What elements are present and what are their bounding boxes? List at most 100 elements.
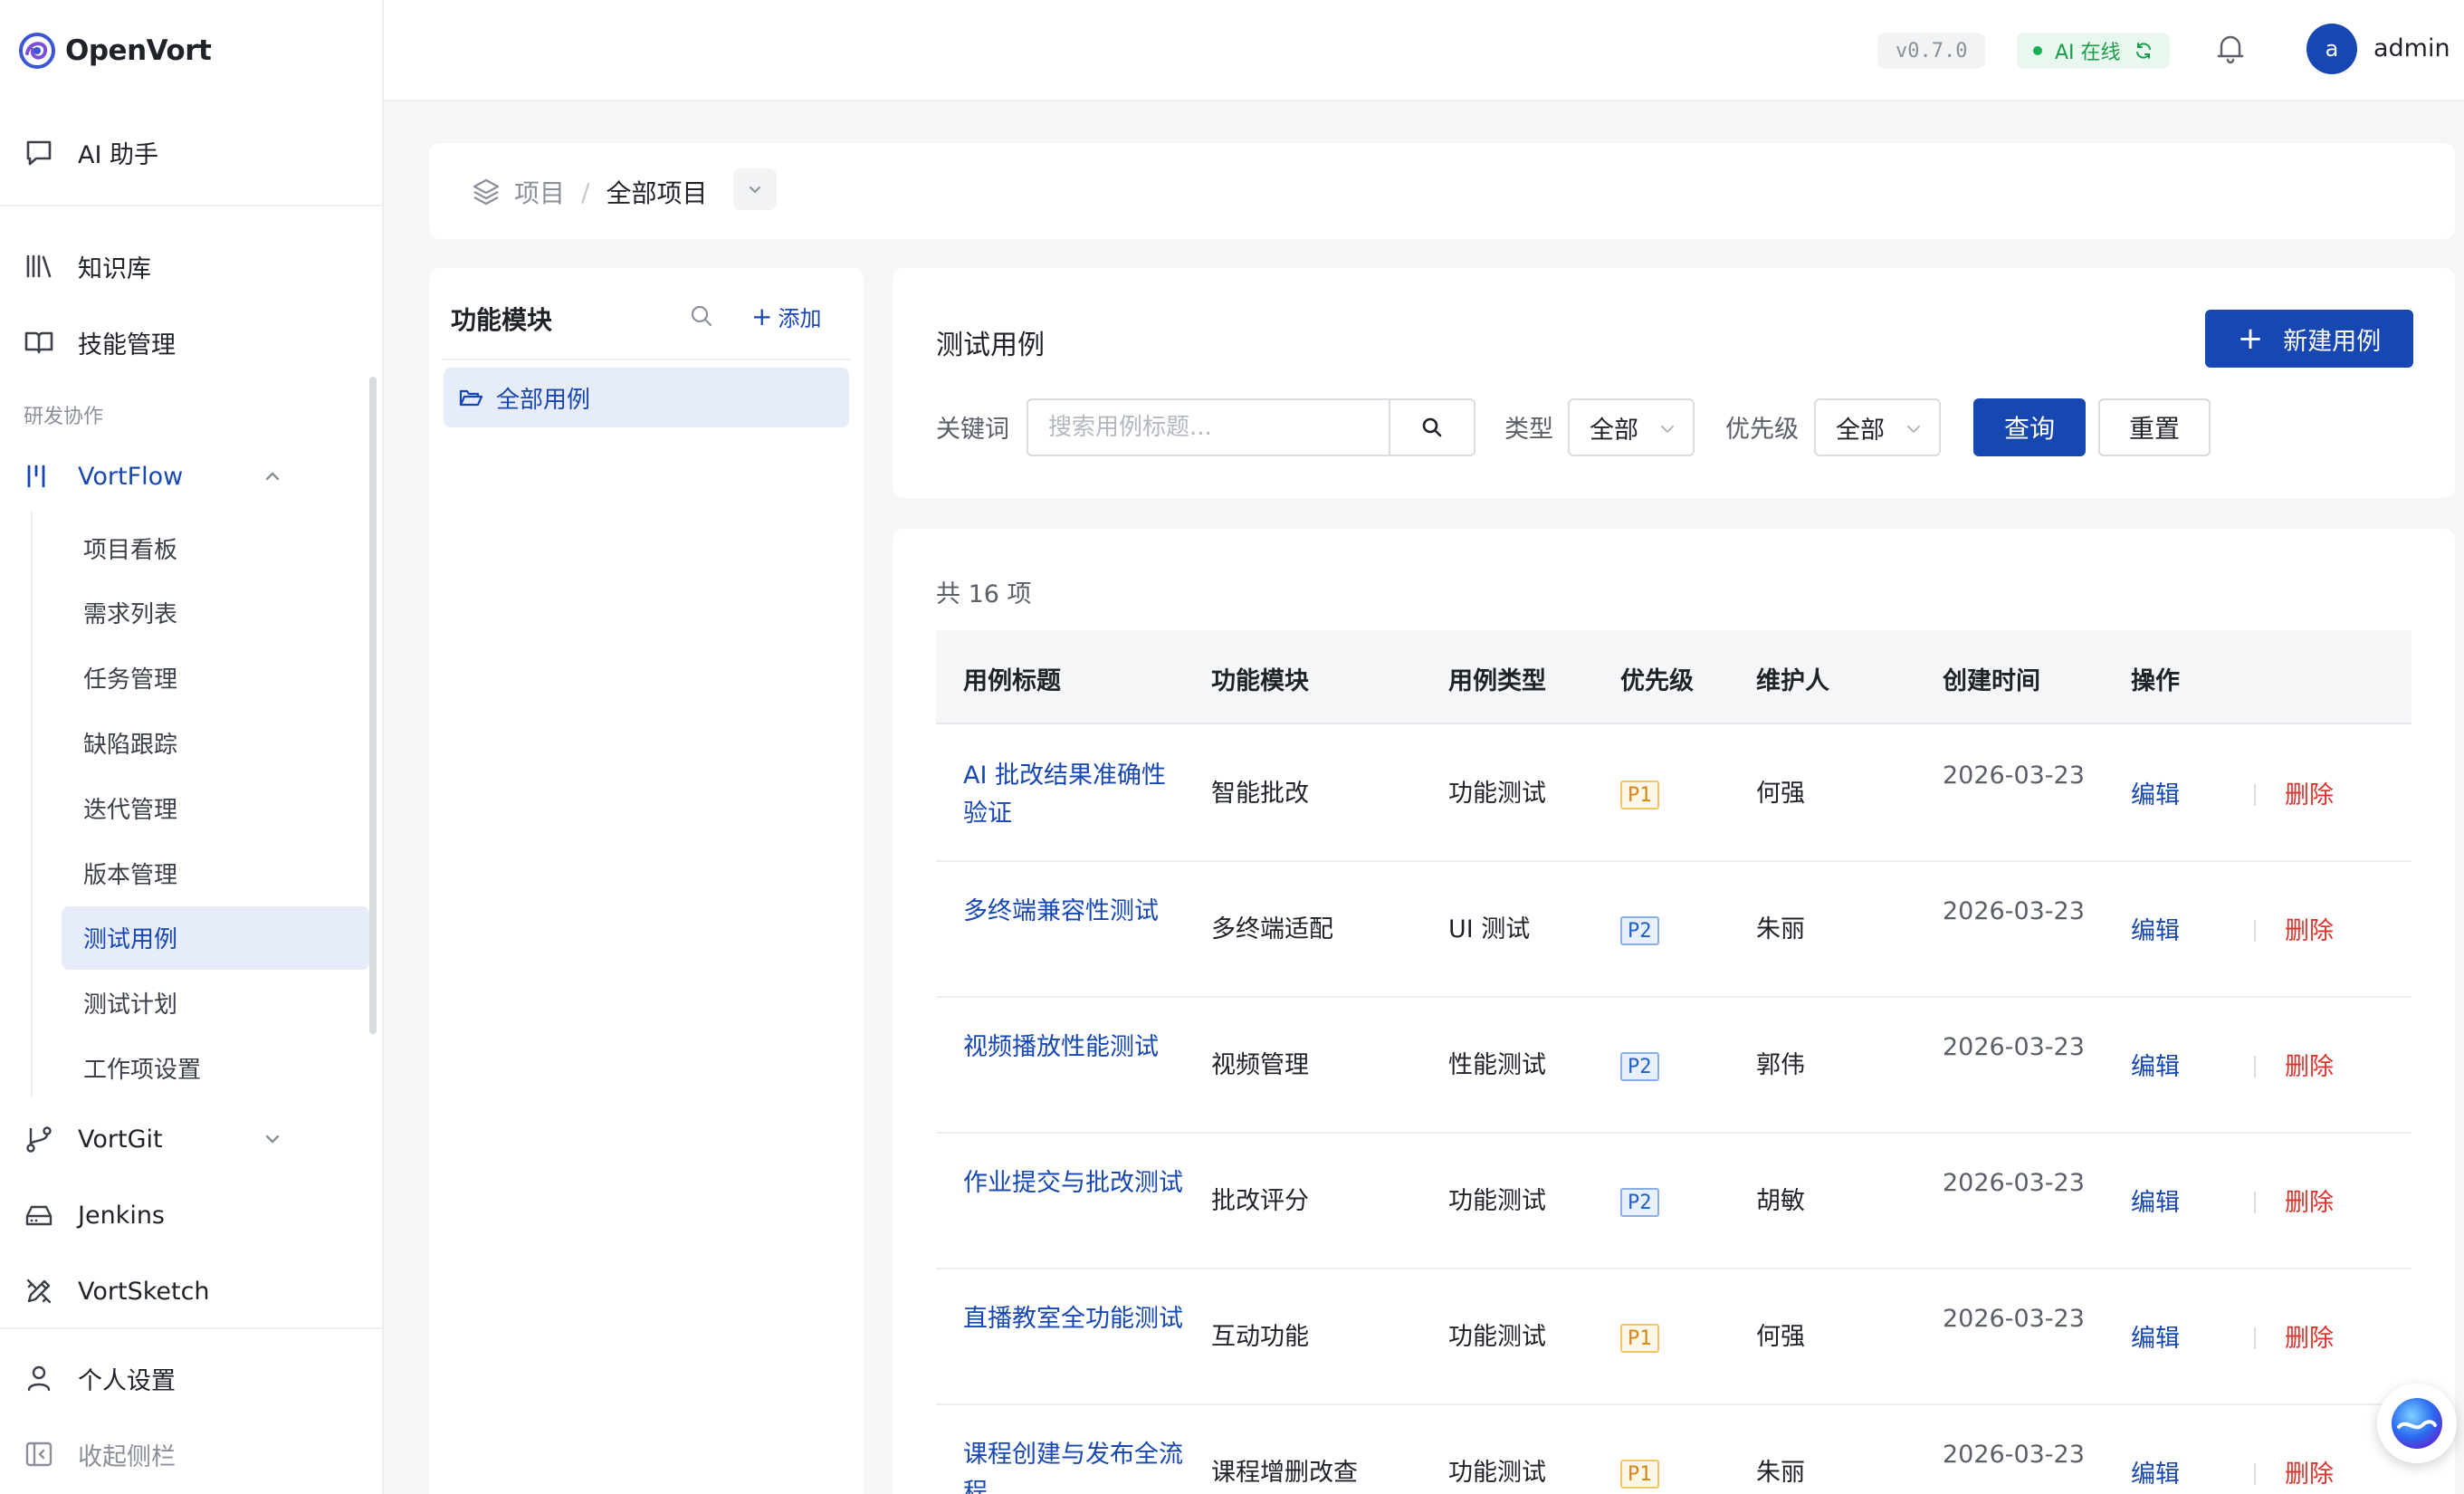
edit-button[interactable]: 编辑 <box>2131 1047 2180 1082</box>
delete-button[interactable]: 删除 <box>2285 1047 2334 1082</box>
nav-skills[interactable]: 技能管理 <box>0 310 384 375</box>
app-name: OpenVort <box>65 34 212 67</box>
ai-assistant-fab[interactable] <box>2377 1384 2457 1463</box>
case-created-date: 2026-03-23 <box>1943 1441 2085 1469</box>
add-module-button[interactable]: + 添加 <box>751 301 821 332</box>
server-icon <box>24 1200 54 1231</box>
module-panel-divider <box>442 359 851 360</box>
add-module-label: 添加 <box>778 306 822 331</box>
vortflow-icon <box>24 461 54 492</box>
sidebar-item-0[interactable]: 项目看板 <box>62 516 369 579</box>
topbar: v0.7.0 AI 在线 a admin <box>384 0 2464 101</box>
sidebar-item-8[interactable]: 工作项设置 <box>62 1036 369 1099</box>
sidebar-item-7[interactable]: 测试计划 <box>62 972 369 1035</box>
nav-knowledge[interactable]: 知识库 <box>0 234 384 299</box>
nav-knowledge-label: 知识库 <box>78 254 151 283</box>
priority-label: 优先级 <box>1725 416 1799 444</box>
search-icon[interactable] <box>688 302 715 330</box>
nav-jenkins[interactable]: Jenkins <box>0 1183 384 1248</box>
delete-button[interactable]: 删除 <box>2285 1183 2334 1218</box>
priority-badge: P1 <box>1620 1460 1659 1489</box>
sidebar-collapse-icon <box>24 1439 54 1470</box>
nav-personal-settings[interactable]: 个人设置 <box>0 1346 384 1411</box>
query-button[interactable]: 查询 <box>1973 398 2086 456</box>
sidebar-divider <box>0 205 384 206</box>
edit-button[interactable]: 编辑 <box>2131 1318 2180 1354</box>
priority-badge: P1 <box>1620 781 1659 809</box>
keyword-input[interactable] <box>1027 398 1390 456</box>
delete-button[interactable]: 删除 <box>2285 1454 2334 1489</box>
nav-vortsketch[interactable]: VortSketch <box>0 1259 384 1324</box>
case-owner: 郭伟 <box>1756 1051 1805 1079</box>
nav-ai-assistant-label: AI 助手 <box>78 140 159 169</box>
filter-card: 测试用例 + 新建用例 关键词 类型 全部 优先级 全部 查询 重置 <box>893 268 2455 498</box>
avatar[interactable]: a <box>2306 24 2357 74</box>
action-separator <box>2254 920 2256 942</box>
reset-button[interactable]: 重置 <box>2098 398 2211 456</box>
sidebar-item-5[interactable]: 版本管理 <box>62 841 369 905</box>
module-panel: 功能模块 + 添加 全部用例 <box>429 268 864 1494</box>
case-title-link[interactable]: 课程创建与发布全流程 <box>963 1436 1189 1494</box>
plus-icon: + <box>2237 321 2264 357</box>
edit-button[interactable]: 编辑 <box>2131 1454 2180 1489</box>
case-created-date: 2026-03-23 <box>1943 897 2085 925</box>
delete-button[interactable]: 删除 <box>2285 911 2334 946</box>
nav-vortgit[interactable]: VortGit <box>0 1106 384 1172</box>
ai-status-badge[interactable]: AI 在线 <box>2017 33 2170 69</box>
case-type: UI 测试 <box>1448 915 1531 943</box>
username[interactable]: admin <box>2373 34 2450 62</box>
edit-button[interactable]: 编辑 <box>2131 911 2180 946</box>
breadcrumb-current: 全部项目 <box>606 178 708 208</box>
edit-button[interactable]: 编辑 <box>2131 775 2180 810</box>
new-case-button[interactable]: + 新建用例 <box>2205 310 2413 368</box>
nav-ai-assistant[interactable]: AI 助手 <box>0 120 384 185</box>
delete-button[interactable]: 删除 <box>2285 1318 2334 1354</box>
chevron-down-icon[interactable] <box>263 1129 282 1149</box>
case-type: 功能测试 <box>1448 1187 1546 1215</box>
sidebar-item-3[interactable]: 缺陷跟踪 <box>62 711 369 774</box>
column-header-5: 创建时间 <box>1943 667 2040 695</box>
nav-vortflow[interactable]: VortFlow <box>0 444 384 509</box>
sidebar-item-6[interactable]: 测试用例 <box>62 905 369 970</box>
case-title-link[interactable]: 多终端兼容性测试 <box>963 893 1189 931</box>
sidebar-item-1[interactable]: 需求列表 <box>62 581 369 645</box>
module-panel-title: 功能模块 <box>451 305 553 335</box>
module-item-all[interactable]: 全部用例 <box>444 368 849 427</box>
case-title-link[interactable]: 作业提交与批改测试 <box>963 1164 1189 1202</box>
chevron-down-icon <box>1907 426 1920 434</box>
sidebar-item-4[interactable]: 迭代管理 <box>62 776 369 839</box>
breadcrumb-card: 项目 / 全部项目 <box>429 143 2455 239</box>
case-title-link[interactable]: AI 批改结果准确性验证 <box>963 757 1189 833</box>
case-title-link[interactable]: 视频播放性能测试 <box>963 1029 1189 1067</box>
case-title-link[interactable]: 直播教室全功能测试 <box>963 1300 1189 1338</box>
keyword-search-button[interactable] <box>1389 398 1476 456</box>
case-type: 功能测试 <box>1448 1459 1546 1487</box>
edit-button[interactable]: 编辑 <box>2131 1183 2180 1218</box>
chevron-up-icon[interactable] <box>263 466 282 486</box>
collapse-sidebar-button[interactable]: 收起侧栏 <box>0 1422 384 1487</box>
chevron-down-icon <box>750 187 760 194</box>
refresh-icon[interactable] <box>2134 41 2154 61</box>
column-header-4: 维护人 <box>1756 667 1829 695</box>
column-header-6: 操作 <box>2131 667 2180 695</box>
breadcrumb-root[interactable]: 项目 <box>514 174 565 210</box>
bell-icon[interactable] <box>2212 31 2249 67</box>
priority-select-value: 全部 <box>1836 416 1885 445</box>
total-count: 共 16 项 <box>936 580 1032 608</box>
table-header: 用例标题 功能模块 用例类型 优先级 维护人 创建时间 操作 <box>936 630 2411 724</box>
sidebar: OpenVort AI 助手 知识库 技能管理 研发协作 VortFlow 项目… <box>0 0 384 1494</box>
chat-icon <box>24 137 54 168</box>
type-select-value: 全部 <box>1590 416 1638 445</box>
sidebar-item-2[interactable]: 任务管理 <box>62 646 369 710</box>
delete-button[interactable]: 删除 <box>2285 775 2334 810</box>
project-switch-dropdown[interactable] <box>733 168 777 210</box>
openvort-logo-icon <box>19 33 55 69</box>
type-select[interactable]: 全部 <box>1568 398 1695 456</box>
keyword-label: 关键词 <box>936 416 1009 444</box>
sidebar-scrollbar[interactable] <box>369 377 377 1034</box>
git-branch-icon <box>24 1124 54 1154</box>
app-logo[interactable]: OpenVort <box>18 31 212 71</box>
breadcrumb: 项目 / 全部项目 <box>471 174 707 210</box>
case-owner: 朱丽 <box>1756 915 1805 943</box>
priority-select[interactable]: 全部 <box>1814 398 1941 456</box>
